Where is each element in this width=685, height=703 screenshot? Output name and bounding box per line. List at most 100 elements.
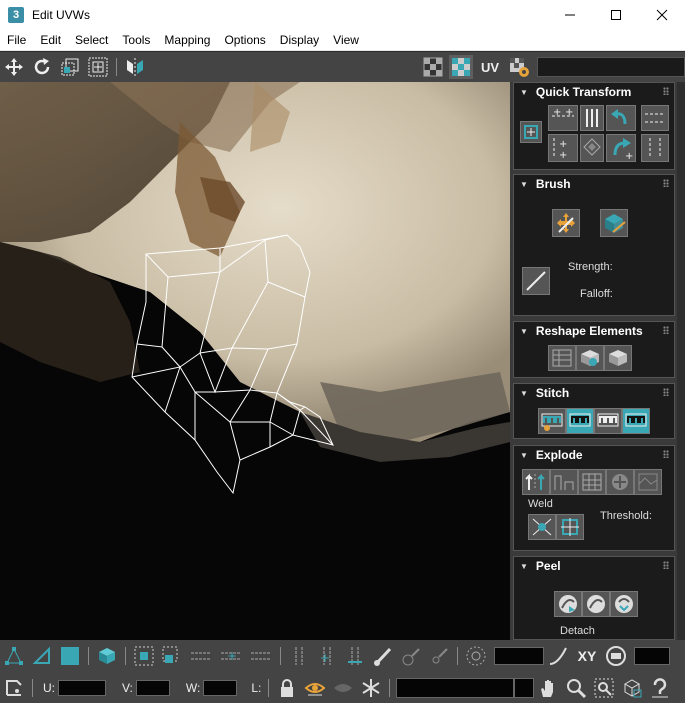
panel-scrollbar[interactable] <box>677 82 685 640</box>
rollout-header-quick-transform[interactable]: ▼ Quick Transform <box>514 83 674 101</box>
break-button[interactable] <box>522 469 550 495</box>
relax-until-flat-button[interactable] <box>576 345 604 371</box>
falloff-distance-field[interactable] <box>494 647 544 665</box>
rollout-header-stitch[interactable]: ▼ Stitch <box>514 384 674 402</box>
w-coordinate-field[interactable] <box>203 679 238 696</box>
align-to-edge-button[interactable] <box>641 105 669 131</box>
close-button[interactable] <box>639 0 685 30</box>
edge-select-button[interactable] <box>30 644 54 668</box>
menu-view[interactable]: View <box>326 33 366 47</box>
rollout-header-peel[interactable]: ▼ Peel <box>514 557 674 575</box>
checker-pattern-icon <box>452 58 470 76</box>
ring-select-button[interactable]: + <box>218 644 244 668</box>
rollout-header-brush[interactable]: ▼ Brush <box>514 175 674 193</box>
minimize-button[interactable] <box>547 0 593 30</box>
uv-space-button[interactable]: UV <box>477 55 503 79</box>
menu-file[interactable]: File <box>0 33 33 47</box>
menu-options[interactable]: Options <box>217 33 272 47</box>
move-tool-button[interactable] <box>2 55 26 79</box>
flatten-by-smoothing-button[interactable] <box>606 469 634 495</box>
rollout-header-explode[interactable]: ▼ Explode <box>514 446 674 464</box>
hide-selected-button[interactable] <box>331 676 355 700</box>
shrink-brush-button[interactable] <box>427 644 451 668</box>
selection-set-field[interactable] <box>396 677 515 698</box>
peel-mode-button[interactable] <box>582 591 610 617</box>
rollout-header-reshape[interactable]: ▼ Reshape Elements <box>514 322 674 340</box>
freeform-tool-button[interactable] <box>86 55 110 79</box>
zoom-extents-button[interactable] <box>620 676 644 700</box>
checker-pattern-button[interactable] <box>449 55 473 79</box>
lock-selection-button[interactable] <box>275 676 299 700</box>
texture-dropdown[interactable] <box>537 57 685 77</box>
weld-target-button[interactable] <box>556 514 584 540</box>
texture-settings-button[interactable] <box>507 55 531 79</box>
paint-move-button[interactable] <box>552 209 580 237</box>
freeze-selected-button[interactable] <box>359 676 383 700</box>
rotate-ccw-button[interactable] <box>606 105 636 131</box>
scale-tool-button[interactable] <box>58 55 82 79</box>
menu-mapping[interactable]: Mapping <box>157 33 217 47</box>
paint-select-button[interactable] <box>371 644 395 668</box>
align-vertical-button[interactable] <box>580 105 604 131</box>
align-vertical-edge-button[interactable] <box>641 134 669 162</box>
zoom-view-button[interactable] <box>564 676 588 700</box>
detach-edge-verts-button[interactable] <box>550 469 578 495</box>
brush-falloff-button[interactable] <box>522 267 550 295</box>
limit-selection-button[interactable] <box>604 644 628 668</box>
space-horizontal-button[interactable]: + + <box>548 134 578 162</box>
menu-edit[interactable]: Edit <box>33 33 68 47</box>
ring-grow-button[interactable] <box>287 644 311 668</box>
rotate-cw-button[interactable]: + <box>606 134 636 162</box>
svg-text:+: + <box>625 151 633 161</box>
loop-shrink-button[interactable] <box>248 644 274 668</box>
uv-viewport[interactable] <box>0 82 510 640</box>
element-select-button[interactable] <box>95 644 119 668</box>
stitch-average-button[interactable] <box>594 408 622 434</box>
flatten-by-polygon-button[interactable] <box>578 469 606 495</box>
relax-brush-button[interactable] <box>600 209 628 237</box>
ring-shrink-button[interactable] <box>343 644 367 668</box>
menu-display[interactable]: Display <box>273 33 326 47</box>
reset-peel-button[interactable] <box>610 591 638 617</box>
stitch-custom-button[interactable] <box>538 408 566 434</box>
absolute-mode-button[interactable] <box>2 676 26 700</box>
show-hidden-button[interactable] <box>303 676 327 700</box>
svg-text:+: + <box>565 107 573 118</box>
loop-select-button[interactable] <box>188 644 214 668</box>
v-coordinate-field[interactable] <box>135 679 170 696</box>
stitch-to-target-button[interactable] <box>566 408 594 434</box>
maximize-button[interactable] <box>593 0 639 30</box>
ring-grow-plus-button[interactable]: + <box>315 644 339 668</box>
vertex-select-button[interactable] <box>2 644 26 668</box>
space-vertical-button[interactable] <box>580 134 604 162</box>
grip-icon <box>663 388 669 396</box>
falloff-type-button[interactable] <box>546 644 570 668</box>
shrink-selection-button[interactable] <box>160 644 184 668</box>
straighten-selection-button[interactable] <box>548 345 576 371</box>
mirror-tool-button[interactable] <box>123 55 147 79</box>
rollout-title: Brush <box>535 177 571 191</box>
selection-set-dropdown[interactable] <box>514 677 535 698</box>
quick-peel-button[interactable] <box>554 591 582 617</box>
falloff-space-button[interactable]: XY <box>574 644 600 668</box>
polygon-select-button[interactable] <box>58 644 82 668</box>
enlarge-brush-button[interactable] <box>399 644 423 668</box>
flatten-by-material-button[interactable] <box>634 469 662 495</box>
stitch-to-source-button[interactable] <box>622 408 650 434</box>
u-coordinate-field[interactable] <box>58 679 106 696</box>
help-button[interactable] <box>648 676 672 700</box>
set-pivot-button[interactable] <box>520 121 542 143</box>
weld-selected-icon <box>532 518 552 536</box>
soft-selection-button[interactable] <box>464 644 488 668</box>
menu-tools[interactable]: Tools <box>115 33 157 47</box>
checker-toggle-button[interactable] <box>421 55 445 79</box>
align-horizontal-button[interactable]: + + <box>548 105 578 131</box>
zoom-region-button[interactable] <box>592 676 616 700</box>
menu-select[interactable]: Select <box>68 33 115 47</box>
weld-selected-button[interactable] <box>528 514 556 540</box>
pan-view-button[interactable] <box>536 676 560 700</box>
grow-selection-button[interactable] <box>132 644 156 668</box>
rotate-tool-button[interactable] <box>30 55 54 79</box>
pinch-field[interactable] <box>634 647 670 665</box>
relax-element-button[interactable] <box>604 345 632 371</box>
